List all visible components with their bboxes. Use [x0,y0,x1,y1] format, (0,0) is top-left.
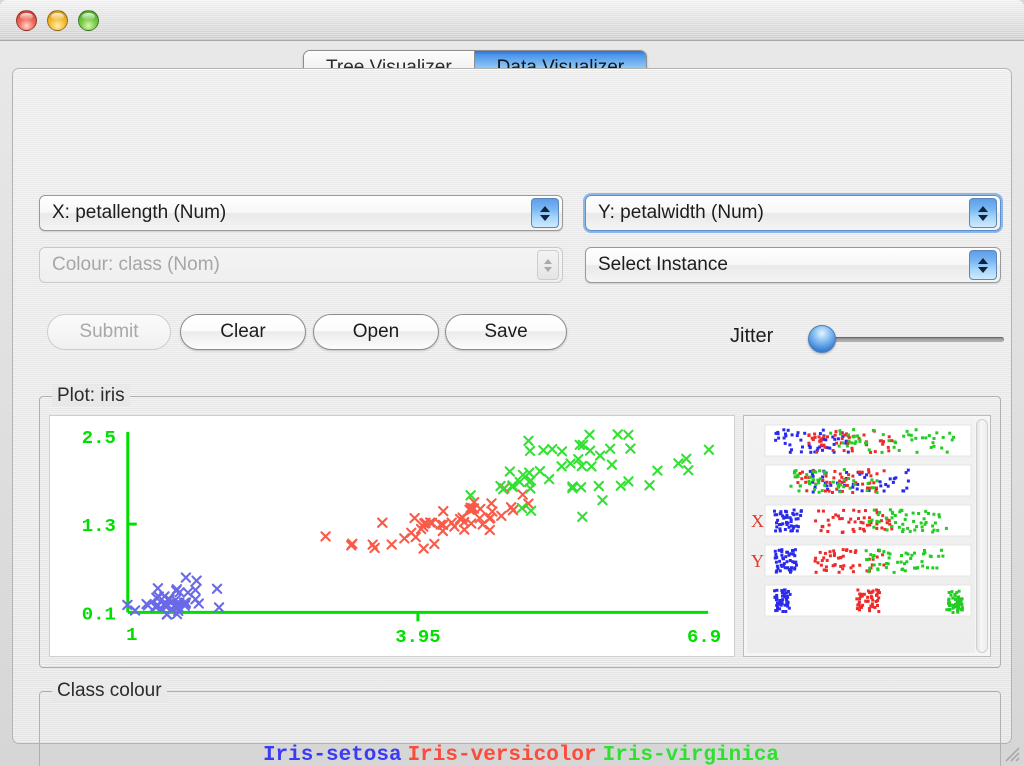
svg-text:Y: Y [751,551,764,571]
plot-group: Plot: iris 2.51.30.113.956.9 XY [39,396,1001,668]
attribute-strips-svg: XY [747,419,975,653]
attribute-panel-scrollbar[interactable] [976,419,988,653]
select-instance-value: Select Instance [586,254,969,276]
main-content-panel: X: petallength (Num) Colour: class (Nom)… [12,68,1012,744]
legend-item-setosa[interactable]: Iris-setosa [260,744,405,766]
svg-text:6.9: 6.9 [687,626,721,648]
y-attribute-combo[interactable]: Y: petalwidth (Num) [585,195,1001,231]
x-attribute-combo[interactable]: X: petallength (Num) [39,195,563,231]
legend-item-versicolor[interactable]: Iris-versicolor [405,744,600,766]
attribute-strips-panel[interactable]: XY [743,415,991,657]
x-attribute-value: X: petallength (Num) [40,202,531,224]
plot-group-title: Plot: iris [52,385,130,407]
clear-button[interactable]: Clear [180,314,306,350]
svg-text:2.5: 2.5 [82,427,116,449]
close-button[interactable] [16,10,37,31]
colour-attribute-chevron-icon [537,250,559,280]
scatter-plot-svg: 2.5 1.3 0.1 1 3.95 6.9 [50,416,734,656]
svg-text:0.1: 0.1 [82,603,116,625]
select-instance-combo[interactable]: Select Instance [585,247,1001,283]
class-colour-group-title: Class colour [52,680,167,702]
jitter-slider[interactable] [808,331,1004,347]
submit-button[interactable]: Submit [47,314,171,350]
class-colour-group: Class colour Iris-setosaIris-versicolorI… [39,691,1001,766]
svg-text:1: 1 [126,624,137,646]
title-bar [0,0,1024,41]
legend-item-virginica[interactable]: Iris-virginica [600,744,782,766]
y-attribute-chevron-icon[interactable] [969,198,997,228]
jitter-slider-track[interactable] [818,337,1004,342]
application-window: Tree Visualizer Data Visualizer X: petal… [0,0,1024,766]
open-button[interactable]: Open [313,314,439,350]
x-attribute-chevron-icon[interactable] [531,198,559,228]
select-instance-chevron-icon[interactable] [969,250,997,280]
save-button[interactable]: Save [445,314,567,350]
window-controls [16,10,99,31]
class-colour-legend: Iris-setosaIris-versicolorIris-virginica [40,744,1002,766]
colour-attribute-combo[interactable]: Colour: class (Nom) [39,247,563,283]
jitter-label: Jitter [730,325,773,348]
attribute-strips-inner: XY [747,419,975,653]
minimize-button[interactable] [47,10,68,31]
svg-text:1.3: 1.3 [82,515,116,537]
zoom-button[interactable] [78,10,99,31]
svg-text:3.95: 3.95 [395,626,440,648]
svg-text:X: X [751,511,764,531]
y-attribute-value: Y: petalwidth (Num) [586,202,969,224]
jitter-slider-thumb[interactable] [808,325,836,353]
resize-grip-icon[interactable] [1003,745,1021,763]
scatter-plot-canvas[interactable]: 2.5 1.3 0.1 1 3.95 6.9 [49,415,735,657]
colour-attribute-value: Colour: class (Nom) [40,254,537,276]
